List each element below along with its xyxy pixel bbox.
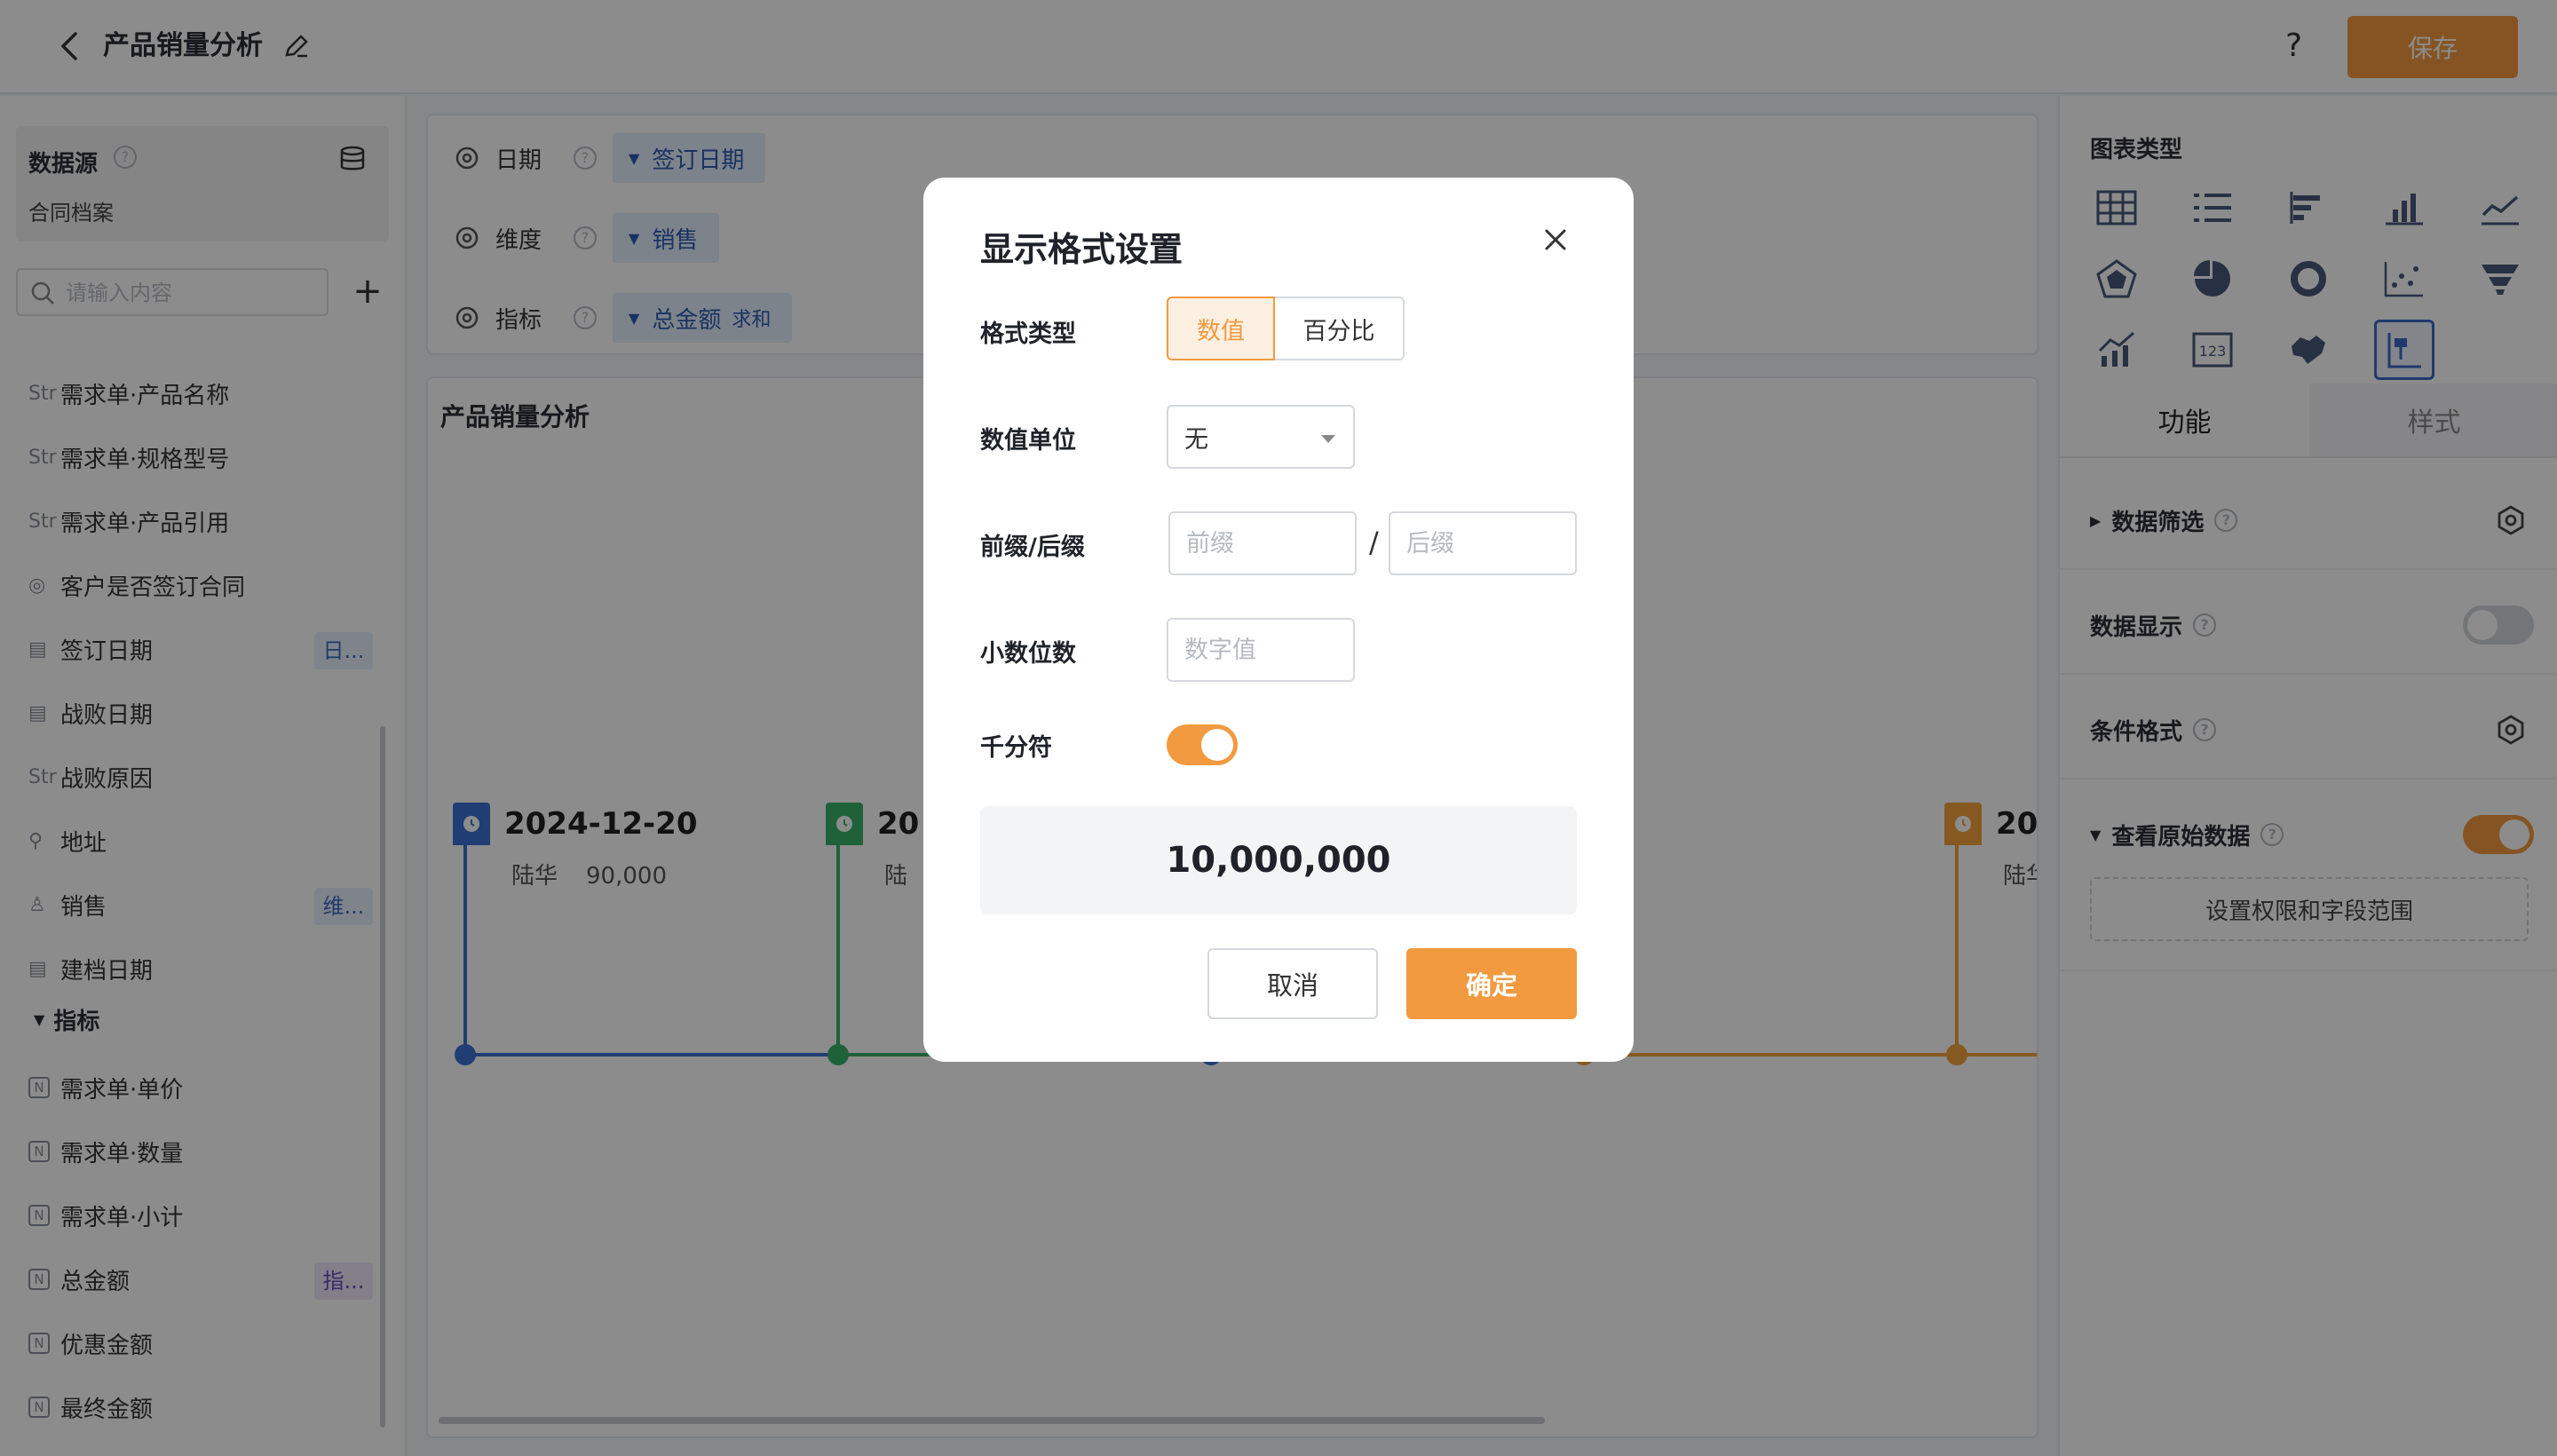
decimal-label: 小数位数 <box>980 640 1076 668</box>
prefix-input[interactable] <box>1168 511 1357 575</box>
unit-label: 数值单位 <box>980 427 1076 455</box>
confirm-button[interactable]: 确定 <box>1406 948 1577 1019</box>
suffix-input[interactable] <box>1389 511 1577 575</box>
affix-label: 前缀/后缀 <box>980 534 1085 561</box>
toggle-knob <box>1201 729 1233 761</box>
dialog-title: 显示格式设置 <box>980 230 1184 269</box>
affix-separator: / <box>1369 526 1379 559</box>
display-format-dialog: 显示格式设置 格式类型 数值 百分比 数值单位 无 前缀/后缀 / 小数位数 千… <box>923 178 1634 1062</box>
chevron-down-icon <box>1321 435 1335 443</box>
format-preview: 10,000,000 <box>980 806 1577 914</box>
thousands-toggle[interactable] <box>1167 724 1238 765</box>
close-icon[interactable] <box>1536 220 1575 259</box>
format-type-segmented: 数值 百分比 <box>1167 297 1405 360</box>
format-type-label: 格式类型 <box>980 320 1076 348</box>
format-option-percent[interactable]: 百分比 <box>1275 297 1405 360</box>
unit-select-value: 无 <box>1184 425 1208 454</box>
cancel-button[interactable]: 取消 <box>1207 948 1378 1019</box>
unit-select[interactable]: 无 <box>1167 405 1355 469</box>
format-option-number[interactable]: 数值 <box>1167 297 1275 360</box>
thousands-label: 千分符 <box>980 734 1052 762</box>
decimal-input[interactable] <box>1167 618 1355 682</box>
